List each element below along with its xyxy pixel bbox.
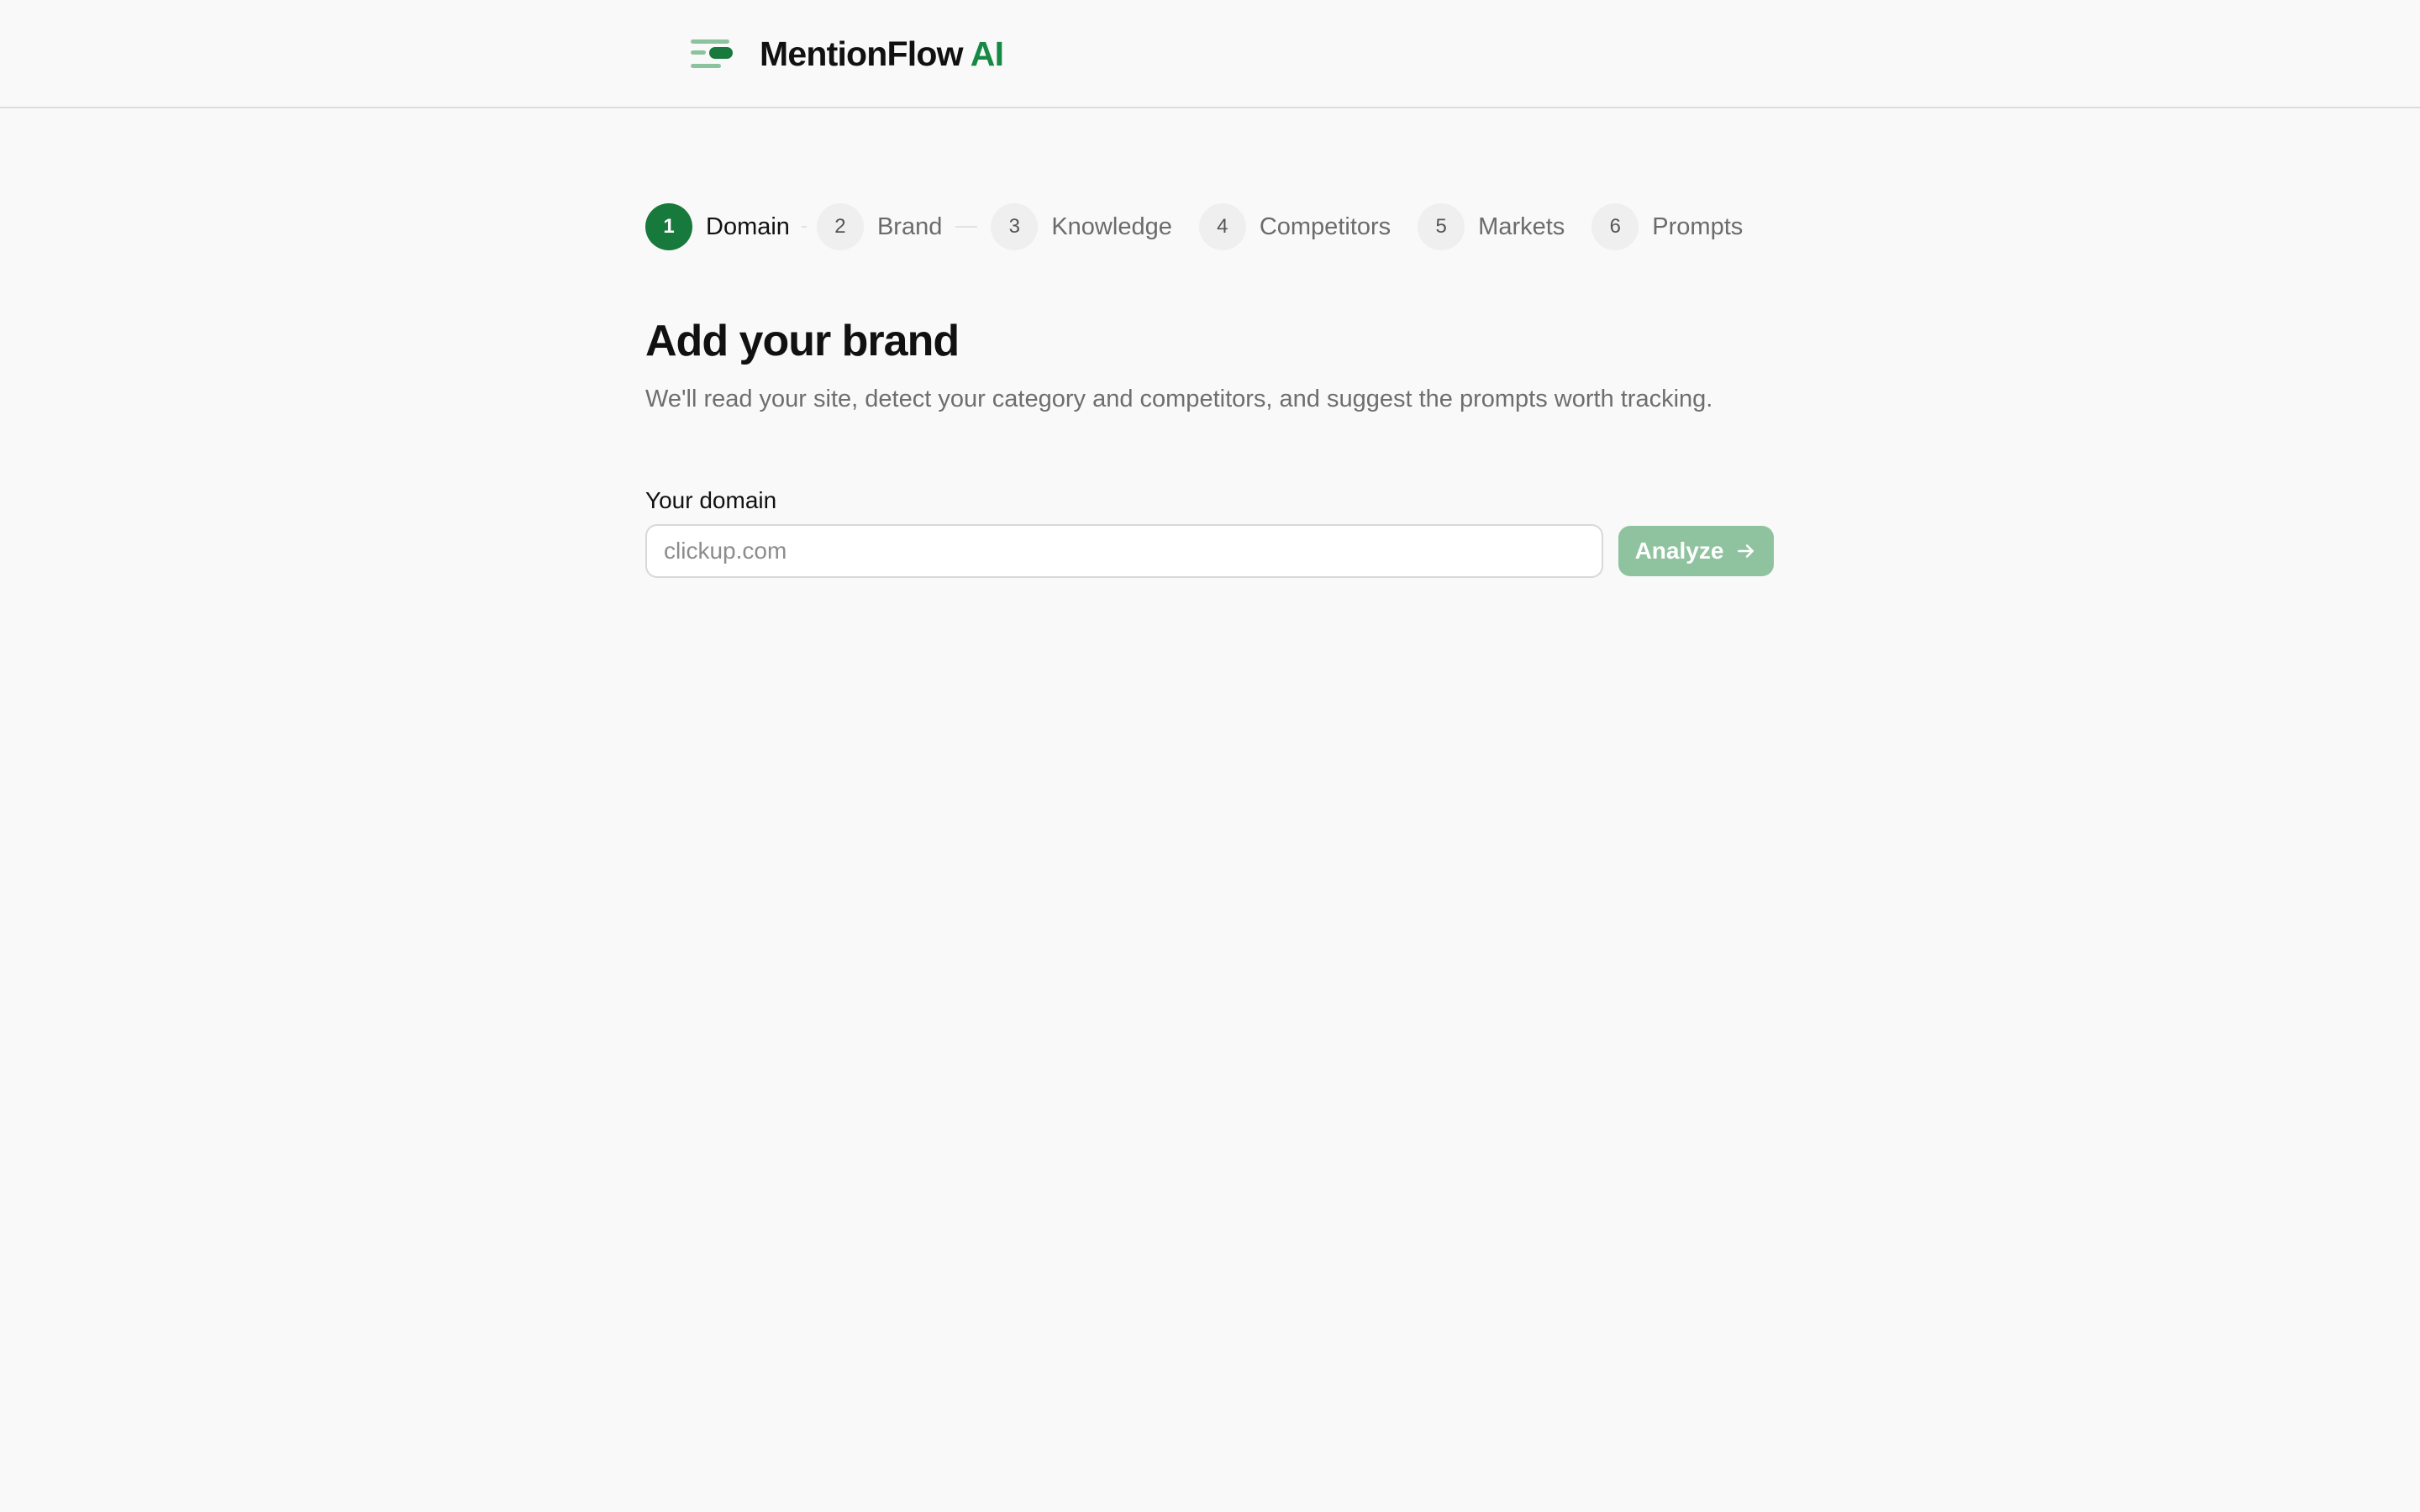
step-number: 6 (1591, 203, 1639, 250)
analyze-button[interactable]: Analyze (1618, 526, 1774, 576)
brand-name-text: MentionFlow (760, 34, 964, 73)
analyze-button-label: Analyze (1634, 538, 1724, 564)
step-knowledge[interactable]: 3 Knowledge (991, 203, 1172, 250)
step-label: Markets (1478, 213, 1565, 240)
step-label: Domain (706, 213, 790, 240)
step-competitors[interactable]: 4 Competitors (1198, 203, 1392, 250)
onboarding-stepper: 1 Domain 2 Brand 3 Knowledge 4 Competito… (645, 203, 1743, 250)
step-label: Competitors (1259, 213, 1392, 240)
step-number: 5 (1418, 203, 1465, 250)
step-markets[interactable]: 5 Markets (1418, 203, 1565, 250)
page-title: Add your brand (645, 317, 960, 365)
step-connector (801, 226, 807, 228)
arrow-right-icon (1738, 544, 1754, 558)
domain-input[interactable] (645, 524, 1603, 578)
step-number: 1 (645, 203, 692, 250)
brand-name-accent: AI (970, 34, 1004, 73)
page-subtitle: We'll read your site, detect your catego… (645, 386, 1713, 412)
brand[interactable]: MentionFlow AI (691, 30, 1004, 77)
step-prompts[interactable]: 6 Prompts (1591, 203, 1743, 250)
app-header: MentionFlow AI (0, 0, 2420, 108)
step-domain[interactable]: 1 Domain (645, 203, 790, 250)
logo-icon (691, 39, 733, 68)
domain-field-label: Your domain (645, 487, 777, 513)
step-number: 2 (816, 203, 864, 250)
step-label: Knowledge (1051, 213, 1172, 240)
brand-name: MentionFlow AI (760, 34, 1004, 74)
step-label: Prompts (1652, 213, 1744, 240)
step-brand[interactable]: 2 Brand (816, 203, 943, 250)
step-connector (955, 226, 978, 228)
step-number: 3 (991, 203, 1039, 250)
step-number: 4 (1198, 203, 1246, 250)
step-label: Brand (876, 213, 943, 240)
